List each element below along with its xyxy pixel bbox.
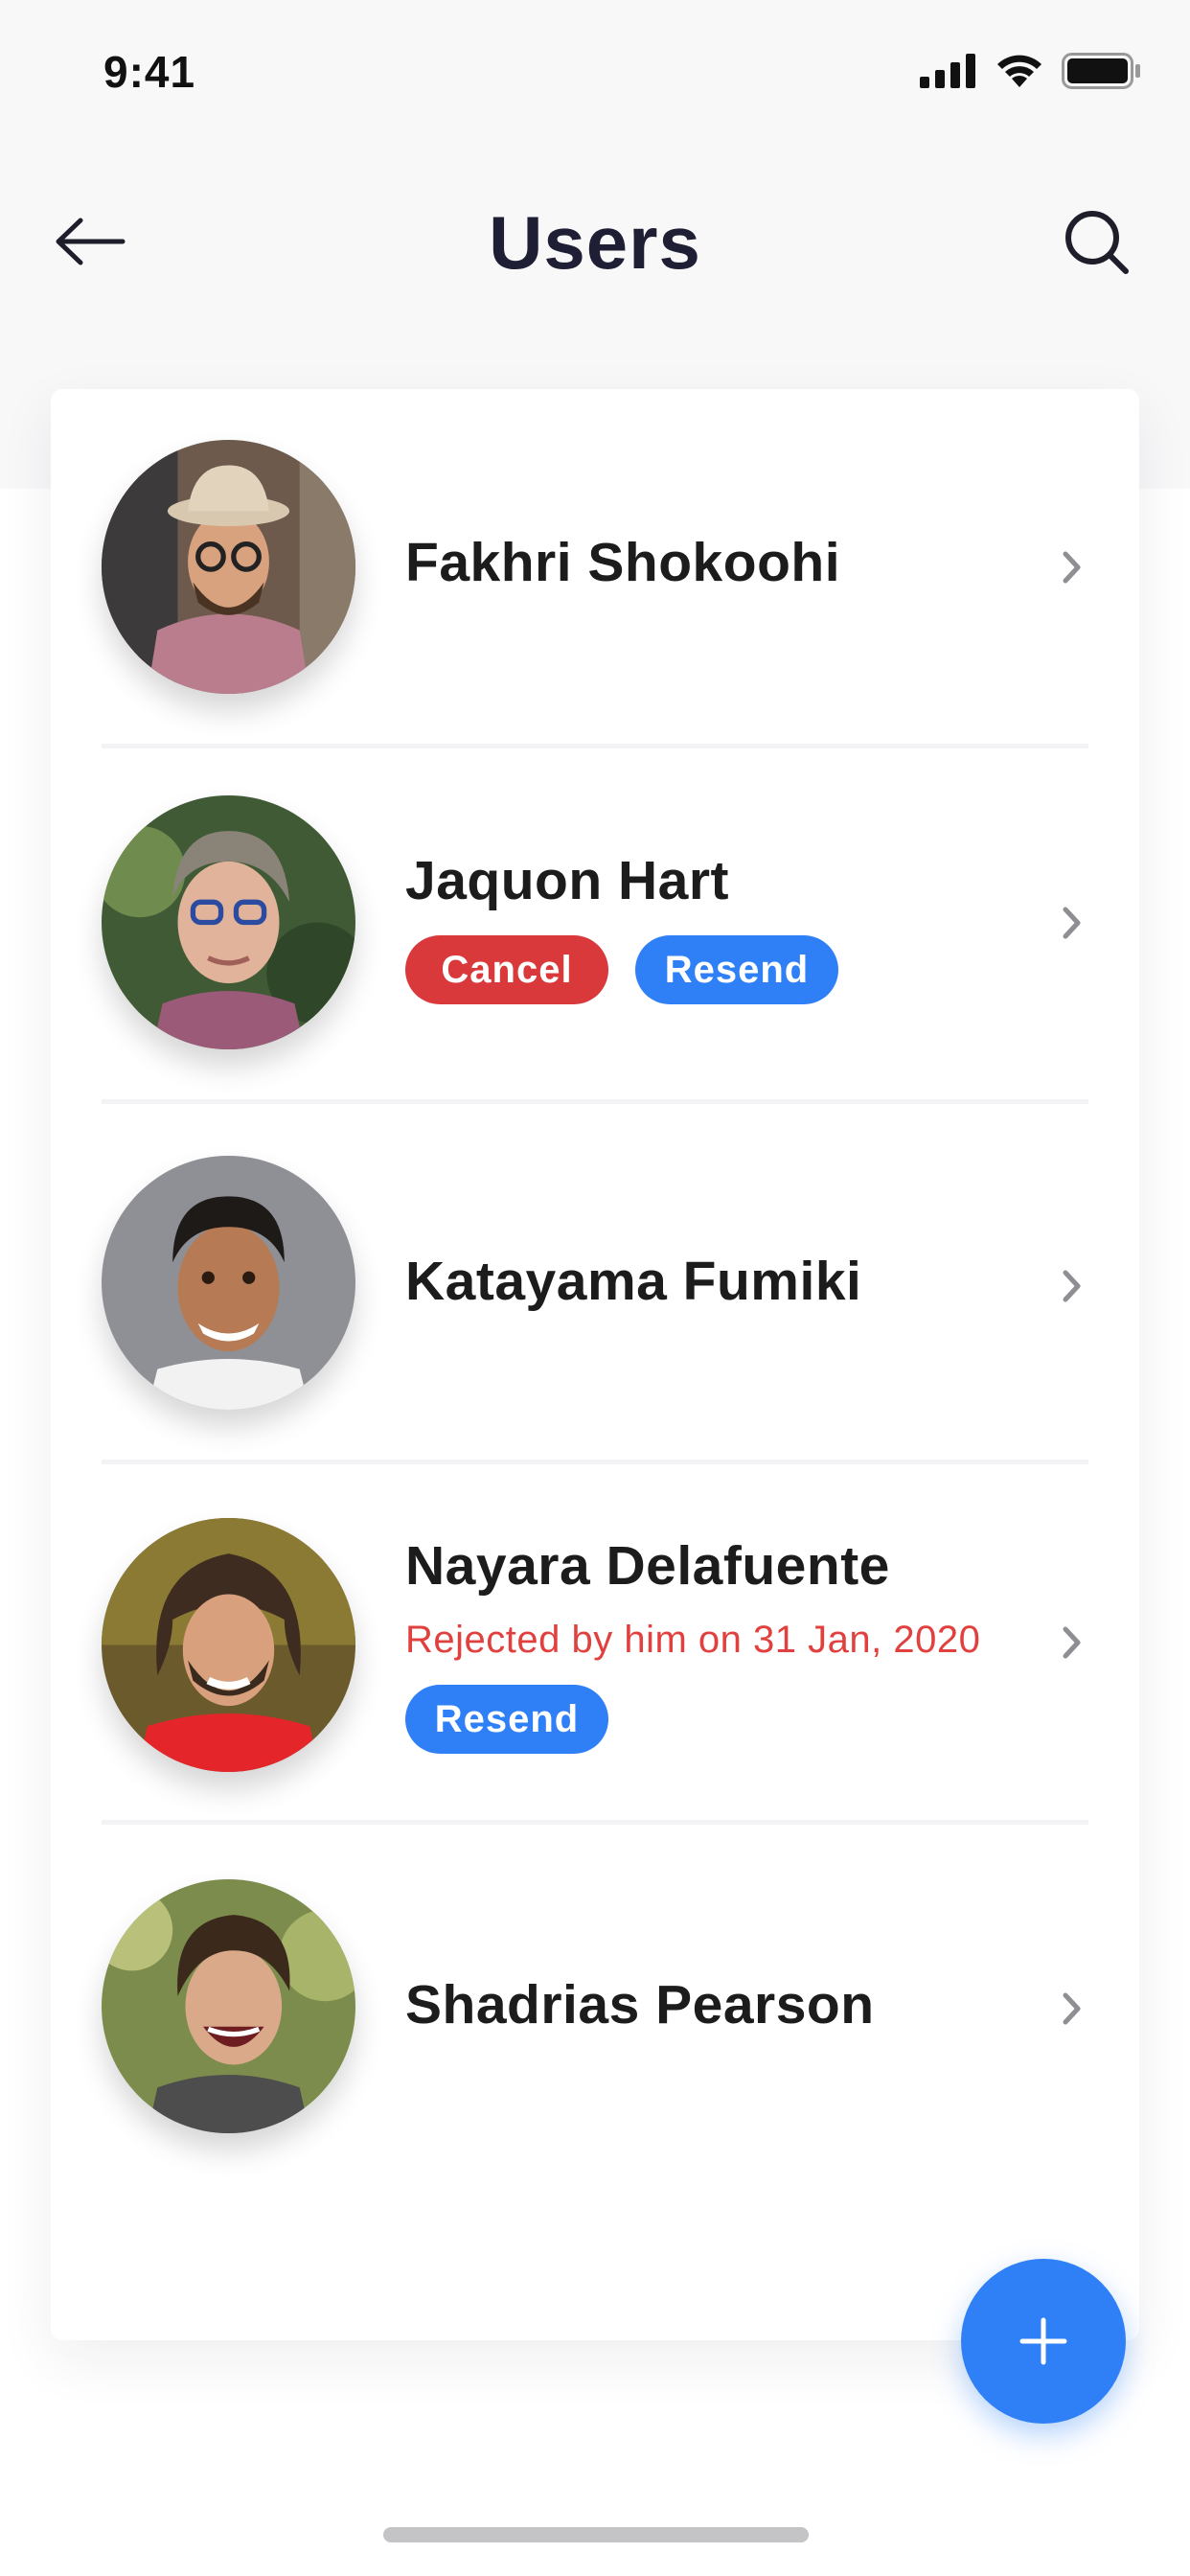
status-bar: 9:41: [0, 0, 1190, 144]
chevron-right-icon: [1053, 548, 1091, 586]
avatar: [102, 1518, 355, 1772]
user-row[interactable]: Fakhri Shokoohi: [51, 389, 1139, 748]
search-button[interactable]: [1054, 199, 1140, 286]
user-info: Nayara Delafuente Rejected by him on 31 …: [405, 1534, 1024, 1754]
user-photo: [102, 440, 355, 694]
user-info: Shadrias Pearson: [405, 1973, 1024, 2036]
page-title: Users: [489, 200, 701, 285]
user-row[interactable]: Nayara Delafuente Rejected by him on 31 …: [51, 1464, 1139, 1824]
user-info: Fakhri Shokoohi: [405, 531, 1024, 594]
user-name: Katayama Fumiki: [405, 1251, 862, 1312]
user-name: Nayara Delafuente: [405, 1535, 890, 1597]
action-buttons: Resend: [405, 1685, 1024, 1754]
resend-button[interactable]: Resend: [405, 1685, 608, 1754]
cancel-button[interactable]: Cancel: [405, 935, 608, 1004]
home-indicator: [383, 2527, 809, 2542]
user-photo: [102, 795, 355, 1049]
user-photo: [102, 1156, 355, 1410]
battery-icon: [1062, 53, 1140, 89]
chevron-right-icon: [1053, 1267, 1091, 1305]
status-time: 9:41: [103, 47, 196, 97]
user-photo: [102, 1879, 355, 2133]
user-row[interactable]: Katayama Fumiki: [51, 1104, 1139, 1463]
rejection-note: Rejected by him on 31 Jan, 2020: [405, 1619, 981, 1661]
avatar: [102, 795, 355, 1049]
avatar: [102, 440, 355, 694]
user-row[interactable]: Jaquon Hart Cancel Resend: [51, 748, 1139, 1108]
cellular-signal-icon: [920, 54, 975, 88]
chevron-right-icon: [1053, 1623, 1091, 1662]
action-buttons: Cancel Resend: [405, 935, 1024, 1004]
chevron-right-icon: [1053, 1990, 1091, 2028]
add-user-button[interactable]: [961, 2259, 1126, 2424]
user-name: Jaquon Hart: [405, 850, 730, 911]
avatar: [102, 1879, 355, 2133]
search-icon: [1065, 211, 1129, 274]
user-info: Jaquon Hart Cancel Resend: [405, 849, 1024, 1004]
avatar: [102, 1156, 355, 1410]
user-photo: [102, 1518, 355, 1772]
user-row[interactable]: Shadrias Pearson: [51, 1825, 1139, 2184]
user-name: Shadrias Pearson: [405, 1974, 875, 2036]
user-name: Fakhri Shokoohi: [405, 532, 841, 593]
user-info: Katayama Fumiki: [405, 1250, 1024, 1313]
wifi-icon: [997, 55, 1041, 87]
resend-button[interactable]: Resend: [635, 935, 838, 1004]
status-icons: [920, 53, 1142, 89]
chevron-right-icon: [1053, 904, 1091, 942]
plus-icon: [1019, 2317, 1067, 2365]
